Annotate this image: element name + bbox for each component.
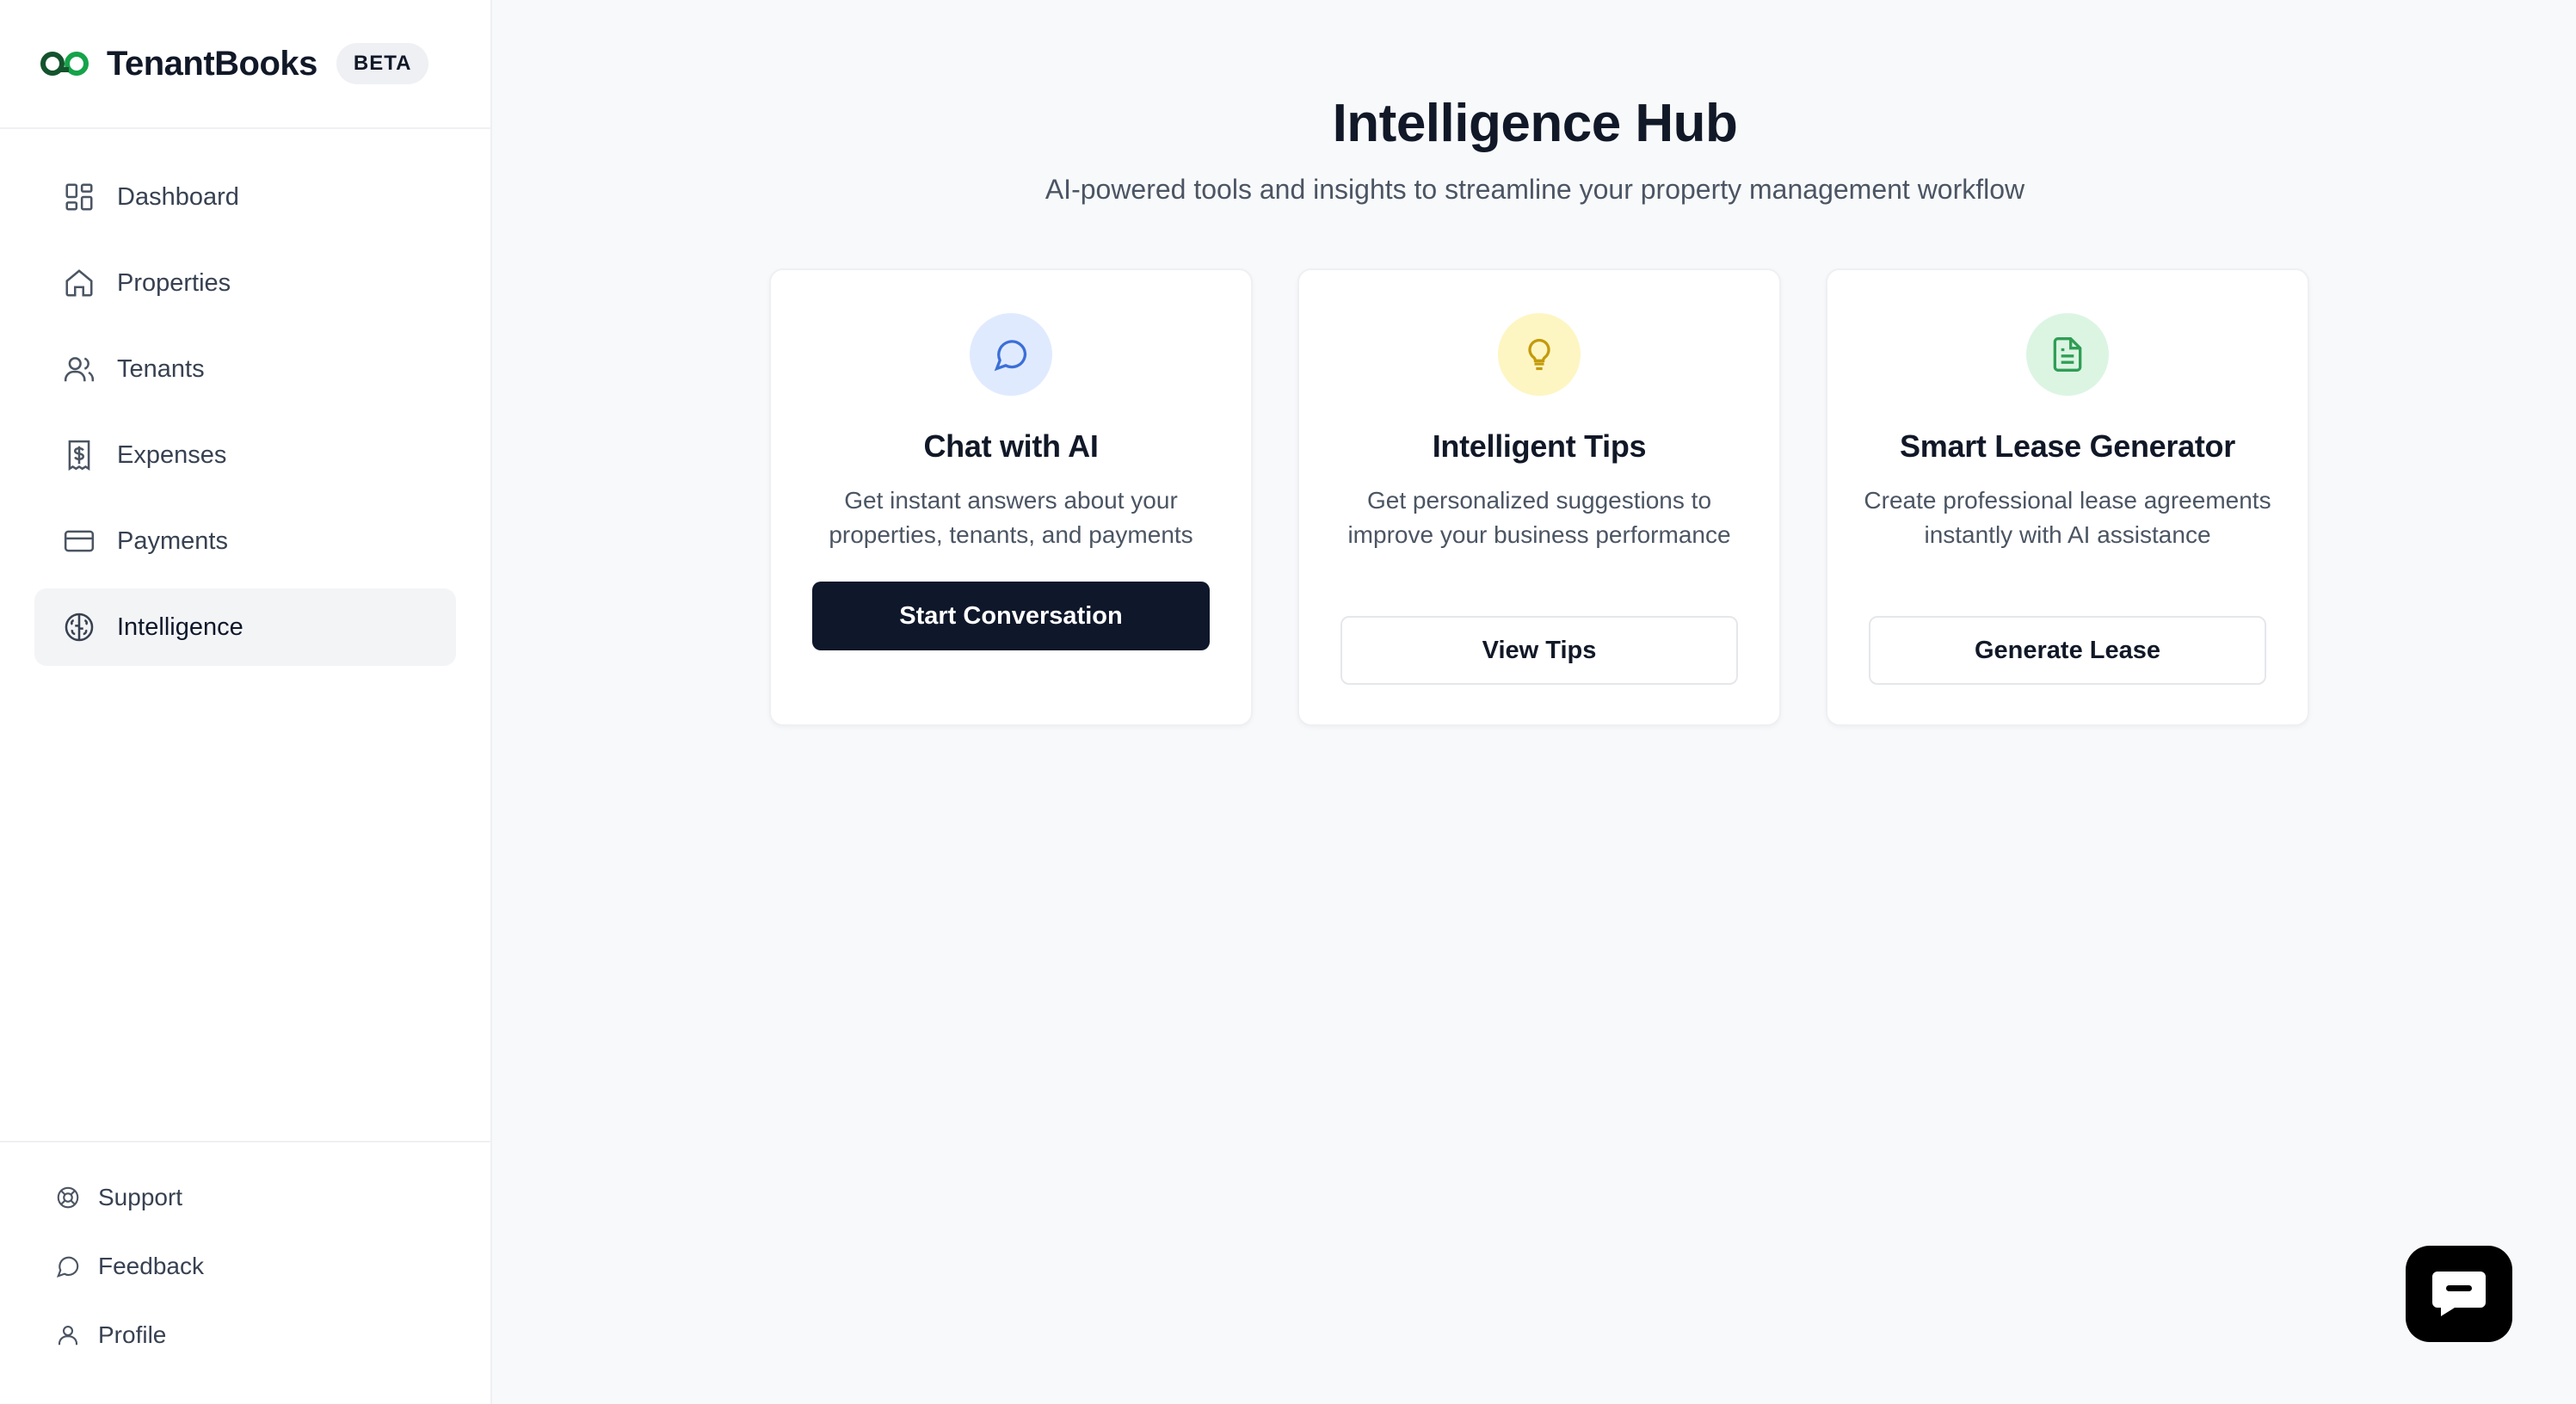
beta-badge: BETA: [336, 43, 429, 84]
sidebar-item-payments[interactable]: Payments: [34, 502, 456, 580]
sidebar-item-feedback[interactable]: Feedback: [0, 1232, 490, 1301]
brain-icon: [62, 610, 96, 644]
card-description: Create professional lease agreements ins…: [1864, 487, 2271, 548]
main-content: Intelligence Hub AI-powered tools and in…: [494, 0, 2576, 1404]
brand-name[interactable]: TenantBooks: [107, 45, 317, 83]
generate-lease-button[interactable]: Generate Lease: [1869, 616, 2266, 685]
sidebar-item-intelligence[interactable]: Intelligence: [34, 588, 456, 666]
receipt-dollar-icon: [62, 438, 96, 472]
sidebar-footer: Support Feedback Profile: [0, 1141, 490, 1404]
card-intelligent-tips: Intelligent Tips Get personalized sugges…: [1297, 268, 1781, 726]
card-description: Get instant answers about your propertie…: [829, 487, 1193, 548]
message-circle-icon: [970, 313, 1052, 396]
page-title: Intelligence Hub: [1332, 94, 1738, 153]
chat-bubble-icon: [2429, 1265, 2489, 1324]
card-chat-with-ai: Chat with AI Get instant answers about y…: [769, 268, 1253, 726]
sidebar-item-dashboard[interactable]: Dashboard: [34, 158, 456, 236]
lightbulb-icon: [1498, 313, 1581, 396]
sidebar-item-label: Expenses: [117, 440, 227, 469]
brand-header: TenantBooks BETA: [0, 0, 490, 129]
sidebar-item-tenants[interactable]: Tenants: [34, 330, 456, 408]
sidebar-nav: Dashboard Properties Tenants Expenses Pa…: [0, 129, 490, 666]
lifebuoy-icon: [53, 1183, 83, 1212]
sidebar-item-label: Properties: [117, 268, 231, 297]
message-circle-icon: [53, 1252, 83, 1281]
sidebar-item-label: Payments: [117, 526, 228, 555]
sidebar-item-properties[interactable]: Properties: [34, 244, 456, 322]
view-tips-button[interactable]: View Tips: [1340, 616, 1738, 685]
card-title: Smart Lease Generator: [1900, 428, 2235, 464]
file-text-icon: [2026, 313, 2109, 396]
sidebar-item-label: Feedback: [98, 1253, 204, 1279]
dashboard-icon: [62, 180, 96, 214]
sidebar-item-expenses[interactable]: Expenses: [34, 416, 456, 494]
users-icon: [62, 352, 96, 386]
user-icon: [53, 1321, 83, 1350]
sidebar-item-label: Intelligence: [117, 613, 243, 641]
sidebar-item-label: Support: [98, 1184, 183, 1210]
sidebar-item-profile[interactable]: Profile: [0, 1301, 490, 1370]
sidebar-item-support[interactable]: Support: [0, 1163, 490, 1232]
card-title: Chat with AI: [923, 428, 1099, 464]
sidebar: TenantBooks BETA Dashboard Properties Te…: [0, 0, 492, 1404]
home-icon: [62, 266, 96, 300]
sidebar-item-label: Profile: [98, 1321, 167, 1348]
page-subtitle: AI-powered tools and insights to streaml…: [1045, 174, 2025, 205]
sidebar-item-label: Tenants: [117, 354, 205, 383]
chat-widget-button[interactable]: [2406, 1246, 2512, 1342]
card-smart-lease-generator: Smart Lease Generator Create professiona…: [1826, 268, 2309, 726]
credit-card-icon: [62, 524, 96, 558]
sidebar-item-label: Dashboard: [117, 182, 239, 211]
card-description: Get personalized suggestions to improve …: [1347, 487, 1731, 548]
start-conversation-button[interactable]: Start Conversation: [812, 582, 1210, 650]
card-title: Intelligent Tips: [1432, 428, 1647, 464]
tenantbooks-logo-icon[interactable]: [40, 48, 89, 79]
feature-cards: Chat with AI Get instant answers about y…: [769, 268, 2309, 726]
